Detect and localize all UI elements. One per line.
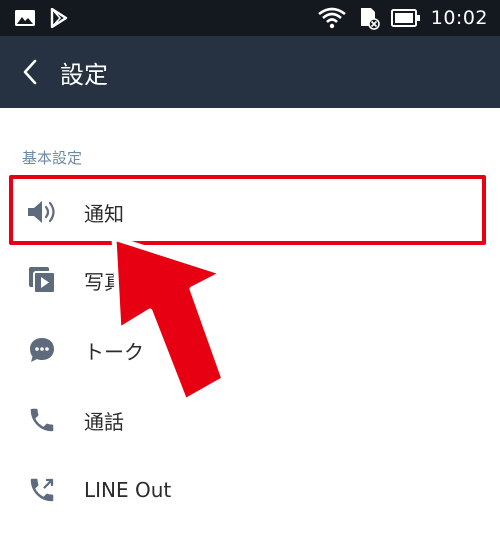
settings-item-calls[interactable]: 通話 bbox=[0, 390, 500, 450]
settings-item-line-out[interactable]: LINE Out bbox=[0, 460, 500, 520]
settings-item-label: 通知 bbox=[84, 201, 124, 226]
battery-icon bbox=[390, 9, 420, 27]
chevron-left-icon bbox=[23, 59, 37, 85]
back-button[interactable] bbox=[8, 48, 52, 96]
settings-item-photos-videos[interactable]: 写真と動画 bbox=[0, 250, 500, 310]
settings-item-label: 通話 bbox=[84, 409, 124, 434]
phone-icon bbox=[22, 400, 62, 440]
settings-item-label: トーク bbox=[84, 339, 144, 364]
settings-item-label: 写真と動画 bbox=[84, 269, 184, 294]
chat-bubble-icon bbox=[22, 330, 62, 370]
wifi-icon bbox=[317, 7, 346, 29]
status-time: 10:02 bbox=[430, 7, 488, 29]
settings-item-notifications[interactable]: 通知 bbox=[0, 182, 500, 242]
sd-card-icon bbox=[360, 8, 380, 30]
status-bar: 10:02 bbox=[0, 0, 500, 36]
speaker-icon bbox=[22, 192, 62, 232]
section-label: 基本設定 bbox=[22, 149, 83, 167]
gallery-icon bbox=[15, 10, 35, 26]
settings-item-chat[interactable]: トーク bbox=[0, 320, 500, 380]
page-title: 設定 bbox=[60, 61, 108, 89]
photo-video-icon bbox=[22, 260, 62, 300]
settings-item-label: LINE Out bbox=[84, 478, 172, 502]
play-store-icon bbox=[50, 8, 68, 28]
phone-out-icon bbox=[22, 470, 62, 510]
app-header: 設定 bbox=[0, 36, 500, 108]
